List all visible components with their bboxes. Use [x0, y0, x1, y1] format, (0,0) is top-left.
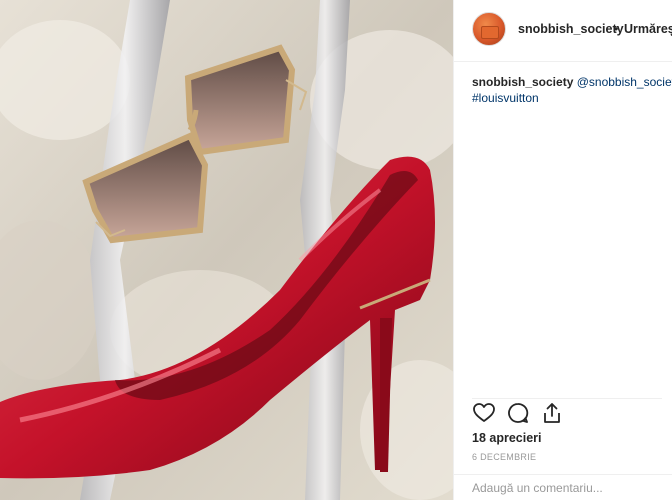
comment-bar [454, 474, 672, 500]
heart-icon[interactable] [472, 401, 496, 425]
post-header: snobbish_society • Urmărește [454, 0, 672, 62]
separator-dot: • [614, 22, 619, 36]
post-caption: snobbish_society @snobbish_society #loui… [472, 74, 672, 106]
photo-shoe-sunglasses [0, 0, 453, 500]
share-icon[interactable] [540, 401, 564, 425]
comment-input[interactable] [472, 481, 662, 495]
caption-username[interactable]: snobbish_society [472, 75, 573, 89]
action-bar [472, 398, 662, 429]
post-sidebar: snobbish_society • Urmărește snobbish_so… [453, 0, 672, 500]
post-photo[interactable] [0, 0, 453, 500]
username-link[interactable]: snobbish_society [518, 22, 624, 36]
avatar[interactable] [472, 12, 506, 46]
follow-button[interactable]: Urmărește [624, 22, 672, 36]
caption-hashtag[interactable]: #louisvuitton [472, 90, 672, 106]
post-date[interactable]: 6 DECEMBRIE [472, 452, 536, 462]
speech-bubble-icon[interactable] [506, 401, 530, 425]
caption-mention[interactable]: @snobbish_society [577, 75, 672, 89]
likes-count[interactable]: 18 aprecieri [472, 431, 542, 445]
